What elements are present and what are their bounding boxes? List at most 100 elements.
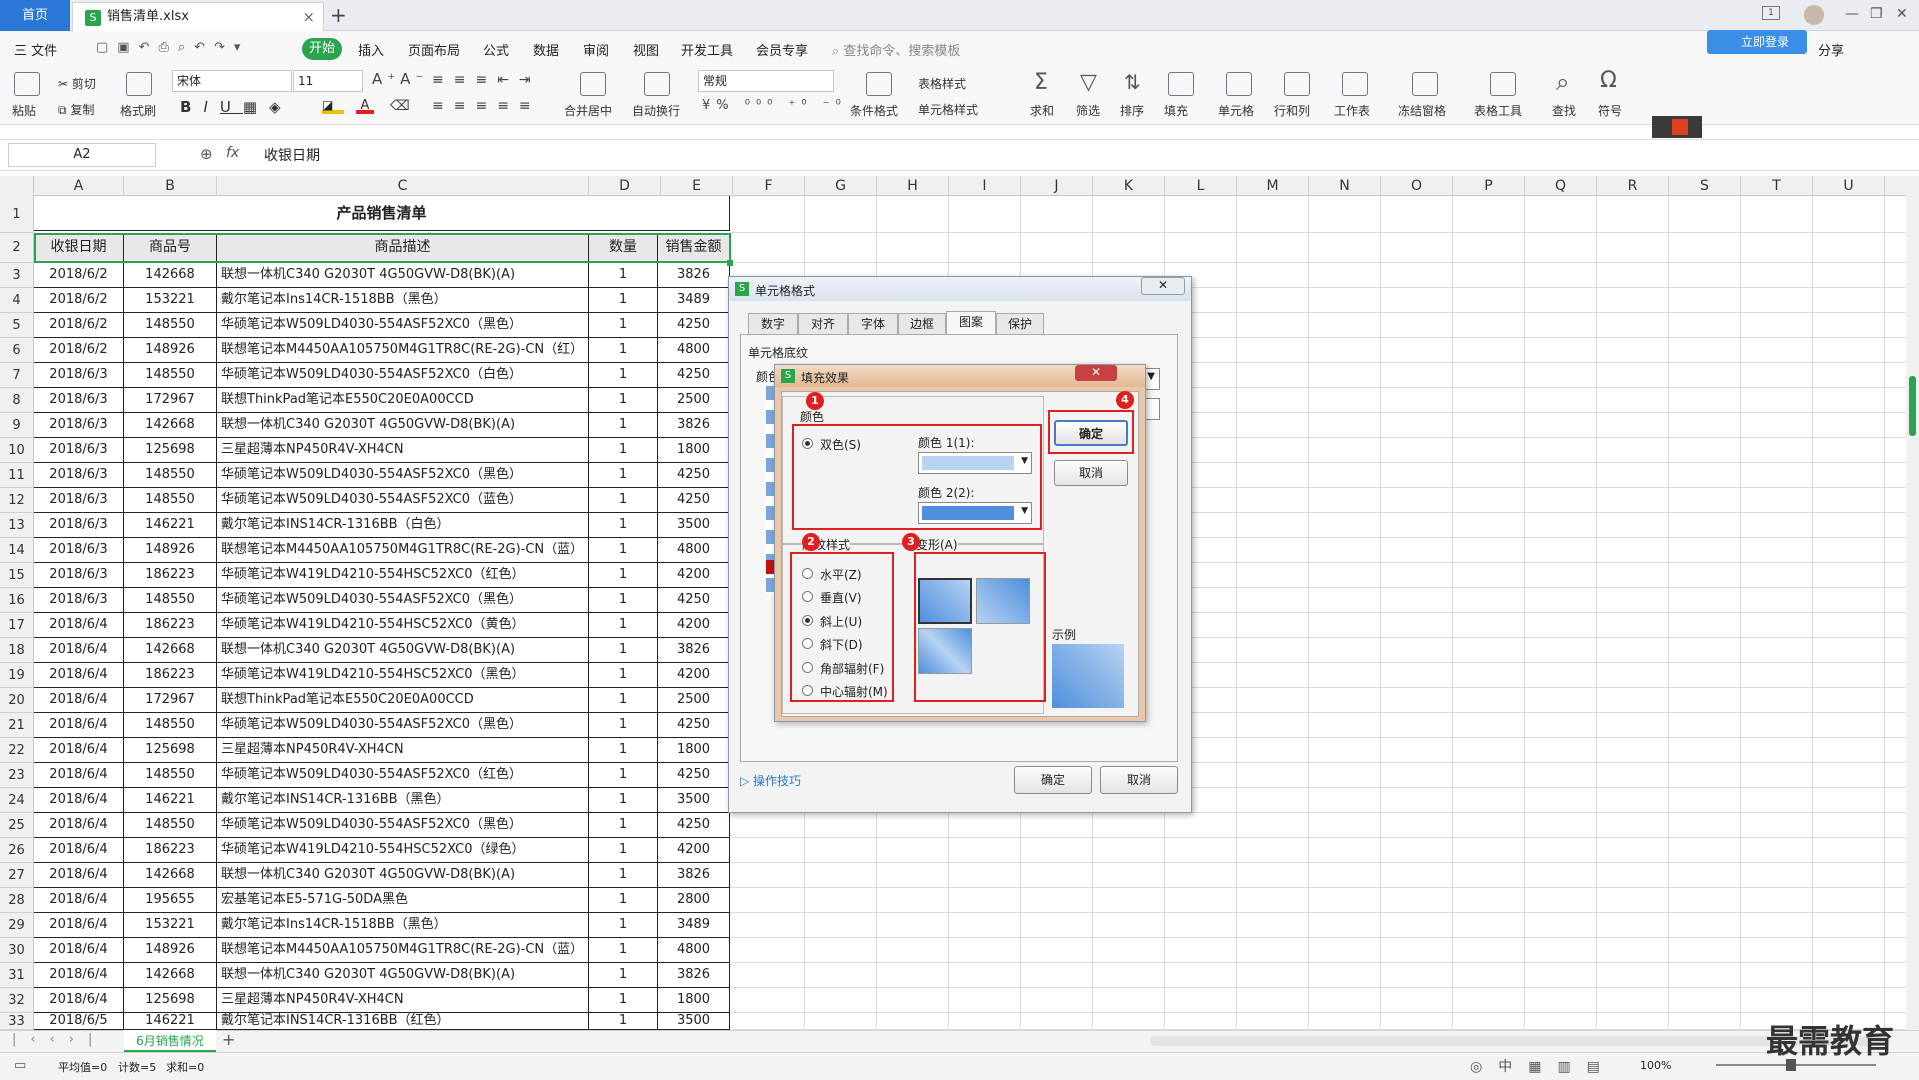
formula-input[interactable]: 收银日期: [264, 145, 320, 165]
table-cell[interactable]: 1: [589, 838, 658, 863]
avatar[interactable]: [1804, 5, 1824, 25]
row-header[interactable]: 7: [0, 363, 34, 388]
table-cell[interactable]: 148550: [124, 763, 217, 788]
sort-label[interactable]: 排序: [1120, 102, 1144, 119]
column-header-o[interactable]: O: [1381, 176, 1453, 196]
menu-file[interactable]: 三 文件: [14, 40, 57, 59]
table-cell[interactable]: 1: [589, 963, 658, 988]
sheet-label[interactable]: 工作表: [1334, 102, 1370, 119]
column-header-t[interactable]: T: [1741, 176, 1813, 196]
table-cell[interactable]: 3500: [658, 788, 730, 813]
fill-handle[interactable]: [727, 260, 733, 266]
table-cell[interactable]: 4800: [658, 938, 730, 963]
variant-3[interactable]: [918, 628, 972, 674]
table-cell[interactable]: 华硕笔记本W419LD4210-554HSC52XC0（绿色）: [217, 838, 589, 863]
column-header-k[interactable]: K: [1093, 176, 1165, 196]
table-cell[interactable]: 1: [589, 288, 658, 313]
column-header-a[interactable]: A: [34, 176, 124, 196]
table-cell[interactable]: 华硕笔记本W509LD4030-554ASF52XC0（黑色）: [217, 813, 589, 838]
table-cell[interactable]: 1: [589, 488, 658, 513]
find-label[interactable]: 查找: [1552, 102, 1576, 119]
row-header[interactable]: 29: [0, 913, 34, 938]
table-cell[interactable]: 148926: [124, 538, 217, 563]
table-cell[interactable]: 三星超薄本NP450R4V-XH4CN: [217, 988, 589, 1013]
number-format-icons[interactable]: ¥% ⁰⁰⁰ ⁺⁰ ⁻⁰: [702, 98, 847, 113]
table-cell[interactable]: 华硕笔记本W509LD4030-554ASF52XC0（黑色）: [217, 313, 589, 338]
row-header[interactable]: 19: [0, 663, 34, 688]
conditional-format-label[interactable]: 条件格式: [850, 102, 898, 119]
table-cell[interactable]: 2018/6/4: [34, 663, 124, 688]
table-cell[interactable]: 153221: [124, 913, 217, 938]
sheet-tab-june[interactable]: 6月销售情况: [124, 1030, 216, 1052]
find-icon[interactable]: ⌕: [1556, 68, 1569, 96]
window-layout-icon[interactable]: 1: [1762, 6, 1780, 20]
table-cell[interactable]: 148550: [124, 488, 217, 513]
table-cell[interactable]: 148550: [124, 813, 217, 838]
table-cell[interactable]: 4250: [658, 713, 730, 738]
table-cell[interactable]: 2018/6/3: [34, 388, 124, 413]
shading-style-radio[interactable]: [802, 685, 813, 696]
row-header[interactable]: 30: [0, 938, 34, 963]
table-cell[interactable]: 联想ThinkPad笔记本E550C20E0A00CCD: [217, 688, 589, 713]
table-cell[interactable]: 联想一体机C340 G2030T 4G50GVW-D8(BK)(A): [217, 263, 589, 288]
share-button[interactable]: 分享: [1818, 40, 1844, 59]
table-cell[interactable]: 2018/6/2: [34, 288, 124, 313]
scrollbar-thumb[interactable]: [1909, 376, 1916, 436]
format-ok-button[interactable]: 确定: [1014, 766, 1092, 794]
table-cell[interactable]: 1: [589, 888, 658, 913]
variant-2[interactable]: [976, 578, 1030, 624]
table-cell[interactable]: 2018/6/4: [34, 838, 124, 863]
row-col-label[interactable]: 行和列: [1274, 102, 1310, 119]
table-cell[interactable]: 1: [589, 938, 658, 963]
row-header[interactable]: 4: [0, 288, 34, 313]
table-tools-icon[interactable]: [1490, 72, 1516, 96]
font-color-icon[interactable]: A: [356, 98, 374, 114]
table-cell[interactable]: 3489: [658, 913, 730, 938]
align-horizontal-icons[interactable]: ≡≡≡≡≡: [432, 98, 541, 114]
table-cell[interactable]: 2018/6/4: [34, 963, 124, 988]
symbol-icon[interactable]: Ω: [1600, 68, 1617, 93]
table-cell[interactable]: 4250: [658, 588, 730, 613]
clear-icon[interactable]: ⌫: [390, 98, 410, 114]
table-cell[interactable]: 142668: [124, 638, 217, 663]
table-cell[interactable]: 1: [589, 713, 658, 738]
table-cell[interactable]: 2018/6/4: [34, 638, 124, 663]
row-header[interactable]: 1: [0, 196, 34, 233]
table-cell[interactable]: 148926: [124, 338, 217, 363]
table-cell[interactable]: 2500: [658, 688, 730, 713]
symbol-label[interactable]: 符号: [1598, 102, 1622, 119]
table-cell[interactable]: 2018/6/4: [34, 863, 124, 888]
close-window-icon[interactable]: ✕: [1896, 6, 1908, 22]
row-header[interactable]: 33: [0, 1013, 34, 1030]
table-cell[interactable]: 1800: [658, 738, 730, 763]
row-header[interactable]: 27: [0, 863, 34, 888]
table-cell[interactable]: 142668: [124, 963, 217, 988]
column-header-n[interactable]: N: [1309, 176, 1381, 196]
row-header[interactable]: 5: [0, 313, 34, 338]
table-cell[interactable]: 3826: [658, 963, 730, 988]
table-tools-label[interactable]: 表格工具: [1474, 102, 1522, 119]
table-cell[interactable]: 2018/6/2: [34, 313, 124, 338]
table-cell[interactable]: 4200: [658, 563, 730, 588]
row-header[interactable]: 31: [0, 963, 34, 988]
table-cell[interactable]: 148550: [124, 363, 217, 388]
table-cell[interactable]: 1: [589, 463, 658, 488]
table-cell[interactable]: 4250: [658, 463, 730, 488]
table-cell[interactable]: 2018/6/4: [34, 613, 124, 638]
view-mode-icons[interactable]: ◎中▦▥▤: [1470, 1056, 1616, 1076]
cell-label[interactable]: 单元格: [1218, 102, 1254, 119]
command-search[interactable]: ⌕ 查找命令、搜索模板: [832, 40, 960, 59]
table-cell[interactable]: 146221: [124, 788, 217, 813]
table-cell[interactable]: 华硕笔记本W419LD4210-554HSC52XC0（黑色）: [217, 663, 589, 688]
format-painter-icon[interactable]: [126, 72, 152, 96]
table-cell[interactable]: 4250: [658, 488, 730, 513]
table-cell[interactable]: 3826: [658, 863, 730, 888]
column-header-d[interactable]: D: [589, 176, 661, 196]
table-cell[interactable]: 4200: [658, 663, 730, 688]
format-tab[interactable]: 保护: [996, 313, 1044, 335]
shading-style-radio[interactable]: [802, 568, 813, 579]
format-cancel-button[interactable]: 取消: [1100, 766, 1178, 794]
menu-member[interactable]: 会员专享: [756, 40, 808, 59]
table-cell[interactable]: 146221: [124, 1013, 217, 1030]
table-cell[interactable]: 186223: [124, 613, 217, 638]
